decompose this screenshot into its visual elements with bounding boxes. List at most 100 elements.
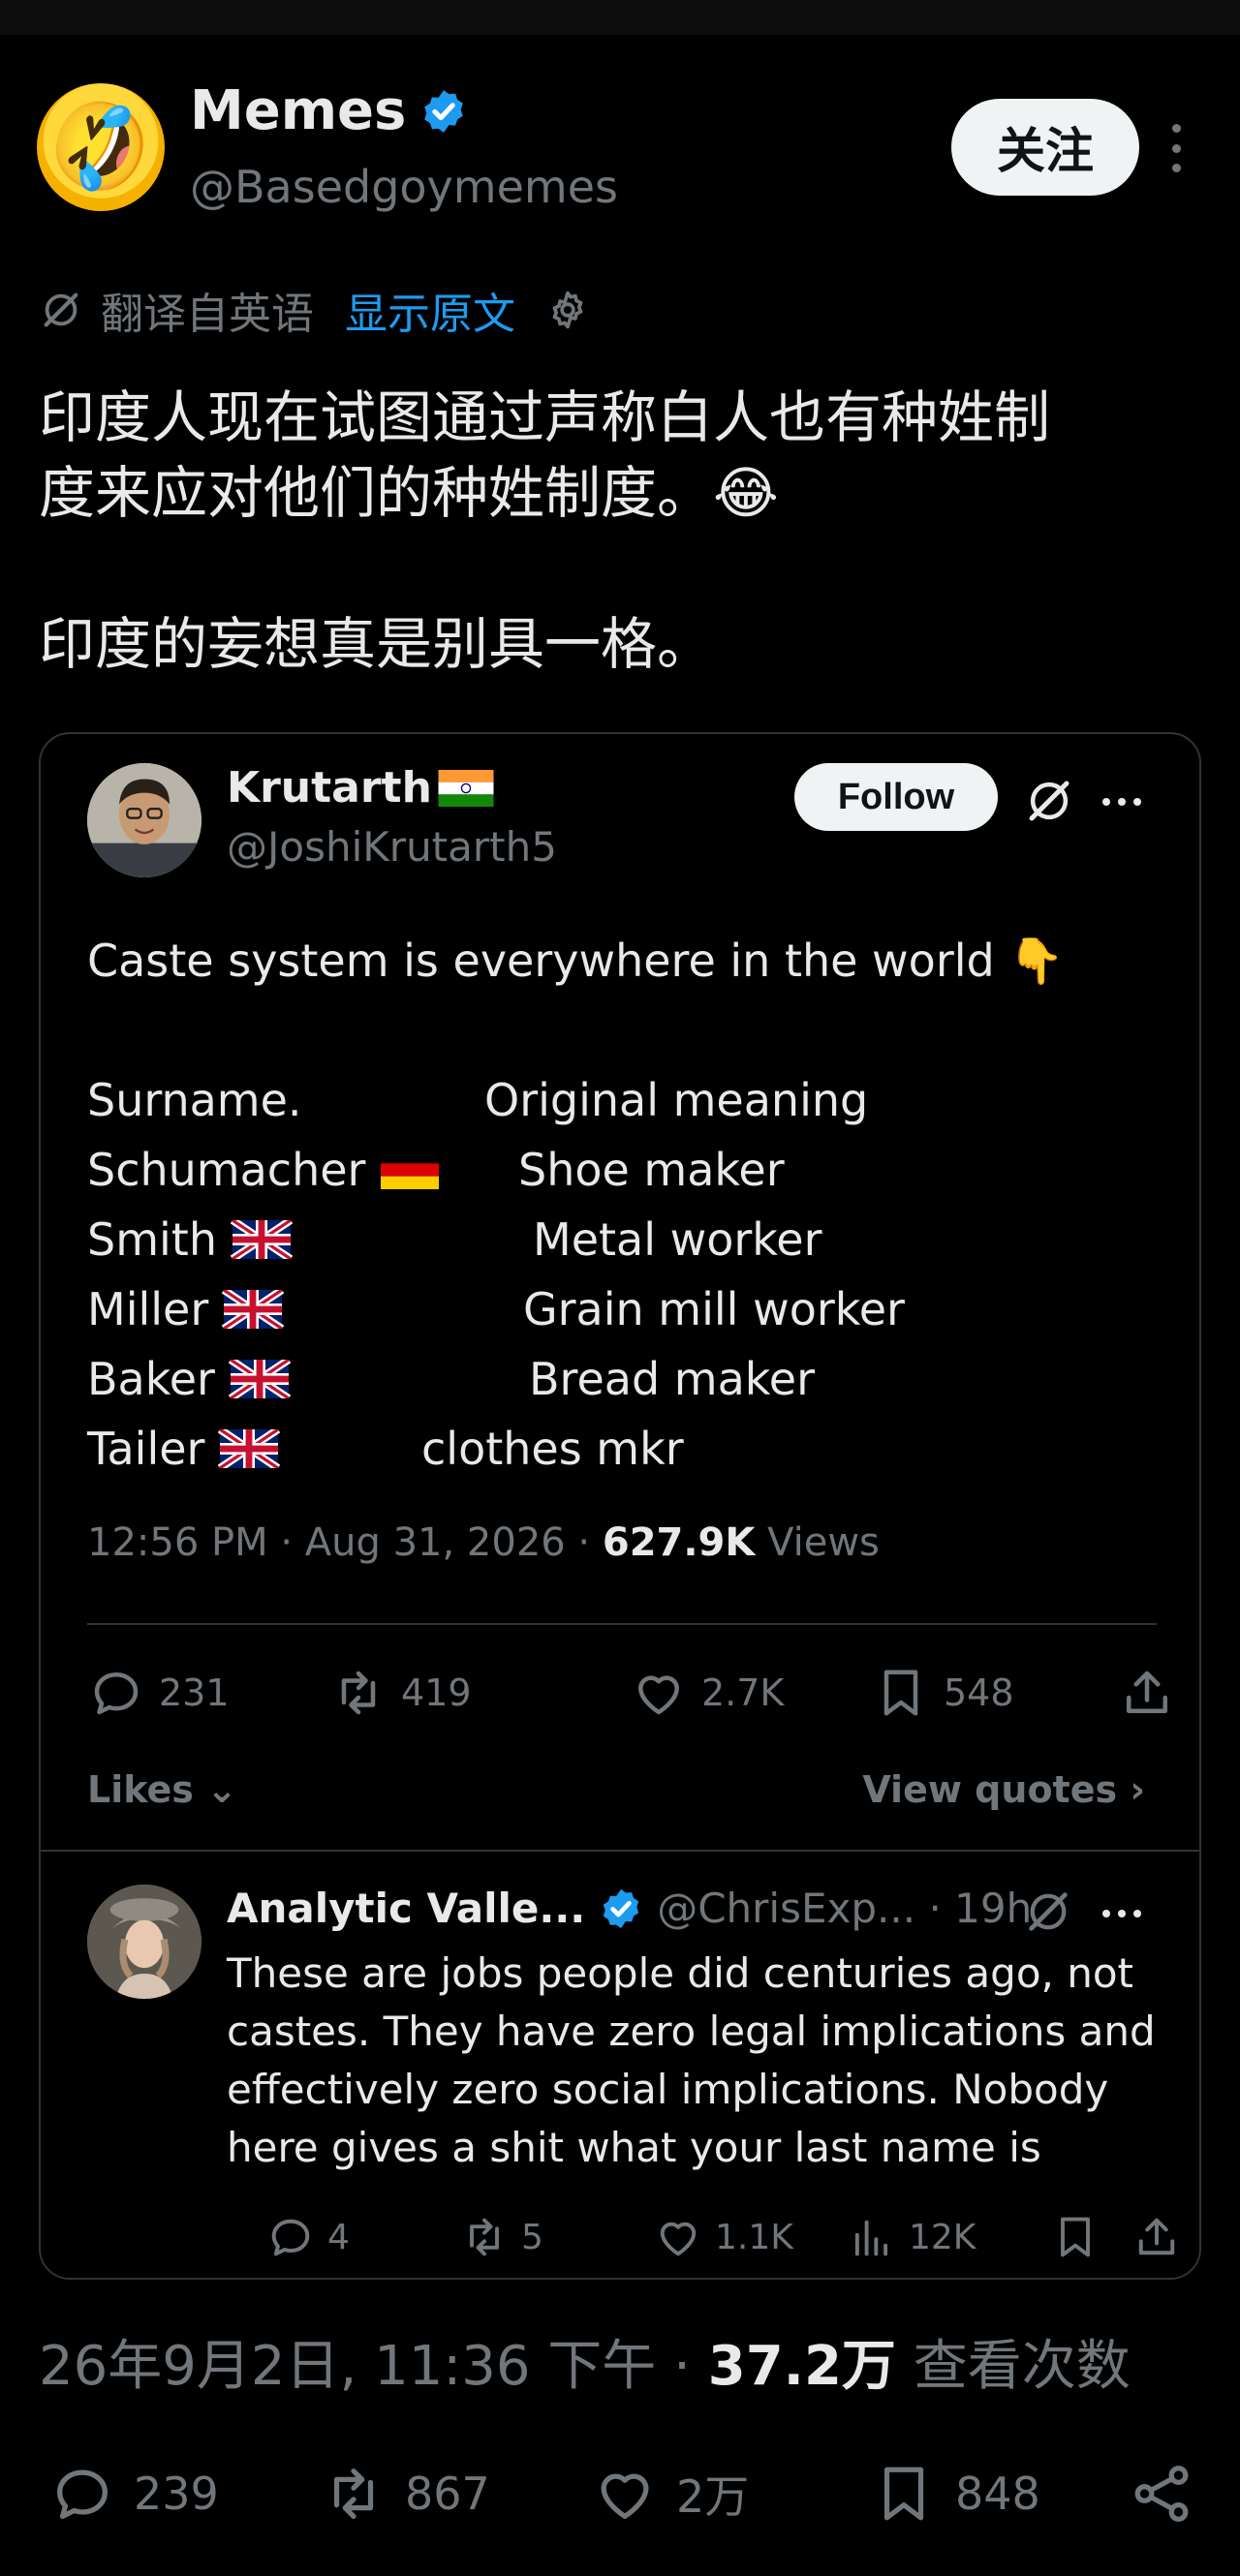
heart-icon bbox=[638, 1675, 679, 1715]
view-quotes-link[interactable]: View quotes › bbox=[862, 1768, 1145, 1811]
like-button[interactable]: 2万 bbox=[591, 2460, 749, 2528]
follow-button[interactable]: 关注 bbox=[951, 99, 1139, 196]
author-name: Memes bbox=[190, 79, 407, 142]
rofl-emoji-icon: 🤣 bbox=[36, 84, 166, 210]
repost-button[interactable]: 419 bbox=[329, 1664, 472, 1722]
surname-row: Baker Bread maker bbox=[87, 1344, 1172, 1414]
reply-button[interactable]: 239 bbox=[48, 2460, 219, 2528]
likes-link[interactable]: Likes ⌄ bbox=[87, 1768, 237, 1811]
quote-author-name: Krutarth bbox=[227, 763, 432, 813]
surname-header: Surname. bbox=[87, 1074, 302, 1126]
reply-share-button[interactable] bbox=[1132, 2212, 1182, 2262]
heart-icon bbox=[601, 2473, 649, 2519]
quote-author-name-row[interactable]: Krutarth bbox=[227, 763, 494, 813]
surname-row: Smith Metal worker bbox=[87, 1205, 1172, 1274]
post-timestamp[interactable]: 26年9月2日, 11:36 下午 bbox=[39, 2335, 656, 2398]
meaning-cell: clothes mkr bbox=[421, 1423, 684, 1475]
translation-row: 翻译自英语 显示原文 bbox=[39, 279, 589, 341]
meaning-cell: Metal worker bbox=[533, 1213, 822, 1266]
quote-author-avatar[interactable] bbox=[87, 763, 202, 877]
reply-like-button[interactable]: 1.1K bbox=[653, 2212, 793, 2262]
reply-views-count: 12K bbox=[909, 2217, 976, 2257]
more-options-icon[interactable] bbox=[1164, 124, 1188, 172]
bookmark-button[interactable]: 548 bbox=[872, 1664, 1014, 1722]
reply-more-icon[interactable] bbox=[1102, 1910, 1141, 1917]
quote-views-count: 627.9K bbox=[602, 1520, 756, 1565]
quote-views-label: Views bbox=[755, 1520, 880, 1565]
quote-intro: Caste system is everywhere in the world … bbox=[87, 935, 1065, 987]
share-button[interactable] bbox=[1118, 1664, 1176, 1722]
person-avatar-icon bbox=[87, 763, 202, 877]
author-avatar[interactable]: 🤣 bbox=[37, 83, 165, 211]
verified-badge-icon bbox=[424, 89, 464, 133]
quoted-tweet-card[interactable]: Krutarth @JoshiKrutarth5 Follow Caste sy… bbox=[39, 732, 1201, 2280]
grok-icon[interactable] bbox=[1023, 775, 1075, 827]
surname-cell: Tailer bbox=[87, 1423, 205, 1475]
like-count: 2万 bbox=[676, 2470, 750, 2523]
reply-header: Analytic Valle... @ChrisExp... · 19h bbox=[227, 1885, 1032, 1932]
heart-icon bbox=[660, 2222, 697, 2256]
repost-count: 419 bbox=[401, 1671, 472, 1714]
quote-follow-button[interactable]: Follow bbox=[794, 763, 998, 831]
post-meta: 26年9月2日, 11:36 下午 · 37.2万 查看次数 bbox=[39, 2335, 1131, 2398]
bookmark-icon bbox=[1061, 2217, 1090, 2257]
meaning-cell: Shoe maker bbox=[518, 1144, 785, 1196]
grok-translate-icon bbox=[44, 292, 78, 327]
germany-flag-icon bbox=[381, 1150, 440, 1189]
india-flag-icon bbox=[438, 769, 494, 807]
grok-icon[interactable] bbox=[1023, 1886, 1073, 1937]
gear-icon[interactable] bbox=[546, 289, 589, 331]
reply-bookmark-button[interactable] bbox=[1050, 2212, 1100, 2262]
post-text-line: 度来应对他们的种姓制度。😂 bbox=[39, 460, 779, 526]
reply-count: 231 bbox=[159, 1671, 230, 1714]
uk-flag-icon bbox=[218, 1429, 281, 1468]
author-name-row[interactable]: Memes bbox=[190, 79, 468, 142]
post-text-line: 印度的妄想真是别具一格。 bbox=[39, 611, 714, 677]
show-original-link[interactable]: 显示原文 bbox=[345, 279, 515, 341]
reply-icon bbox=[94, 1672, 139, 1715]
post-text-line: 印度人现在试图通过声称白人也有种姓制 bbox=[39, 384, 1051, 450]
bookmark-button[interactable]: 848 bbox=[870, 2460, 1040, 2528]
quote-text: Caste system is everywhere in the world … bbox=[87, 926, 1172, 1484]
post-views-label: 查看次数 bbox=[913, 2335, 1131, 2398]
like-button[interactable]: 2.7K bbox=[630, 1664, 784, 1722]
reply-repost-button[interactable]: 5 bbox=[459, 2212, 543, 2262]
uk-flag-icon bbox=[228, 1360, 291, 1398]
uk-flag-icon bbox=[222, 1290, 285, 1329]
repost-button[interactable]: 867 bbox=[320, 2460, 490, 2528]
quote-time: 12:56 PM · Aug 31, 2026 · bbox=[87, 1520, 603, 1565]
reply-author-avatar[interactable] bbox=[87, 1885, 202, 1999]
surname-cell: Smith bbox=[87, 1213, 217, 1266]
reply-button[interactable]: 231 bbox=[87, 1664, 230, 1722]
surname-cell: Miller bbox=[87, 1283, 209, 1335]
post-text: 印度人现在试图通过声称白人也有种姓制 度来应对他们的种姓制度。😂 印度的妄想真是… bbox=[39, 380, 1201, 682]
quote-author-handle[interactable]: @JoshiKrutarth5 bbox=[227, 823, 557, 871]
share-icon bbox=[1134, 2466, 1189, 2522]
share-icon bbox=[1127, 1671, 1167, 1713]
quote-action-bar: 231 419 2.7K 548 bbox=[87, 1664, 1176, 1732]
reply-views-button[interactable]: 12K bbox=[847, 2212, 976, 2262]
surname-cell: Schumacher bbox=[87, 1144, 366, 1196]
share-button[interactable] bbox=[1128, 2460, 1195, 2528]
post-views-count: 37.2万 bbox=[707, 2335, 896, 2398]
reply-like-count: 1.1K bbox=[715, 2217, 793, 2257]
verified-badge-icon bbox=[604, 1888, 639, 1928]
surname-row: Schumacher Shoe maker bbox=[87, 1135, 1172, 1205]
bookmark-count: 848 bbox=[955, 2468, 1040, 2520]
meaning-cell: Grain mill worker bbox=[523, 1283, 905, 1335]
quote-more-icon[interactable] bbox=[1102, 798, 1141, 806]
reply-author-name[interactable]: Analytic Valle... bbox=[227, 1885, 585, 1932]
repost-icon bbox=[341, 1671, 376, 1715]
likes-link-label: Likes bbox=[87, 1768, 194, 1811]
reply-icon bbox=[271, 2219, 310, 2256]
bookmark-icon bbox=[884, 2467, 924, 2521]
surname-row: Tailer clothes mkr bbox=[87, 1414, 1172, 1484]
reply-reply-button[interactable]: 4 bbox=[265, 2212, 350, 2262]
divider bbox=[87, 1623, 1157, 1625]
author-handle[interactable]: @Basedgoymemes bbox=[190, 161, 618, 213]
view-quotes-label: View quotes bbox=[862, 1768, 1118, 1811]
meaning-cell: Bread maker bbox=[529, 1353, 815, 1405]
surname-cell: Baker bbox=[87, 1353, 215, 1405]
like-count: 2.7K bbox=[701, 1671, 785, 1714]
reply-author-handle[interactable]: @ChrisExp... · 19h bbox=[657, 1885, 1032, 1932]
